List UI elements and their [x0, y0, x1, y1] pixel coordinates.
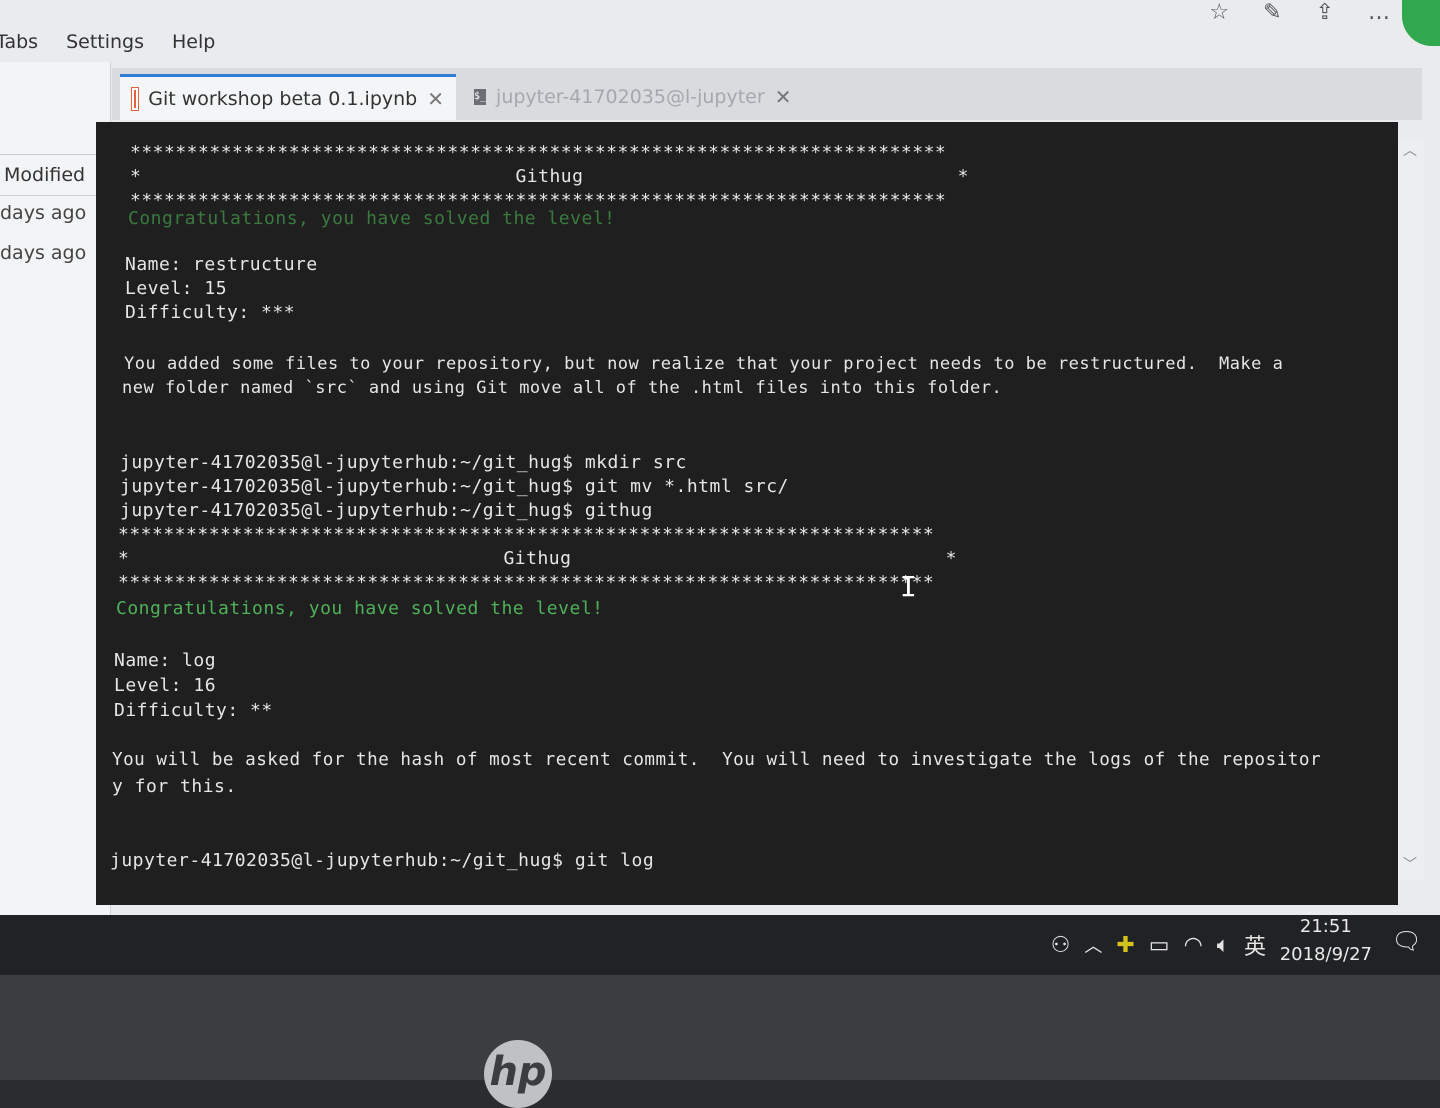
- tab-terminal[interactable]: $_ jupyter-41702035@l-jupyter ✕: [462, 74, 792, 120]
- notification-center-icon[interactable]: 🗨︎: [1392, 927, 1422, 955]
- notebook-icon: [132, 87, 139, 110]
- volume-icon[interactable]: 🔈︎: [1217, 933, 1230, 958]
- menu-settings[interactable]: Settings: [66, 31, 144, 53]
- prompt-command: jupyter-41702035@l-jupyterhub:~/git_hug$…: [120, 476, 789, 497]
- menu-tabs[interactable]: Tabs: [0, 31, 38, 53]
- more-icon[interactable]: …: [1368, 0, 1390, 25]
- level-difficulty: Difficulty: ***: [125, 302, 296, 323]
- favorites-list-icon[interactable]: ☆: [1209, 0, 1229, 25]
- file-row-modified[interactable]: days ago: [0, 202, 110, 224]
- level-description: new folder named `src` and using Git mov…: [122, 378, 1003, 398]
- monitor-bezel: [0, 975, 1440, 1080]
- browser-toolbar: ☆ ✎ ⇪ …: [1209, 0, 1390, 25]
- githug-header: * Githug *: [118, 548, 957, 569]
- input-method-indicator[interactable]: 英: [1244, 929, 1266, 961]
- file-row-modified[interactable]: days ago: [0, 242, 110, 264]
- chevron-down-icon[interactable]: ﹀: [1403, 854, 1417, 874]
- clock-time: 21:51: [1299, 916, 1352, 937]
- tab-notebook[interactable]: Git workshop beta 0.1.ipynb ✕: [120, 74, 456, 120]
- level-description: y for this.: [112, 776, 237, 797]
- stars-border: ****************************************…: [130, 142, 947, 163]
- text-cursor-icon: I: [900, 570, 917, 603]
- level-name: Name: log: [114, 650, 217, 671]
- level-number: Level: 15: [125, 278, 228, 299]
- prompt-command: jupyter-41702035@l-jupyterhub:~/git_hug$…: [120, 452, 687, 473]
- share-icon[interactable]: ⇪: [1316, 0, 1334, 25]
- congrats-message: Congratulations, you have solved the lev…: [128, 208, 616, 229]
- close-icon[interactable]: ✕: [427, 87, 444, 111]
- menu-bar: Tabs Settings Help: [0, 22, 1440, 62]
- close-icon[interactable]: ✕: [775, 85, 792, 109]
- terminal-scrollbar[interactable]: ︿ ﹀: [1398, 140, 1424, 880]
- jupyterlab-window: Tabs Settings Help ☆ ✎ ⇪ … Modified days…: [0, 0, 1440, 915]
- clock-date: 2018/9/27: [1279, 944, 1372, 965]
- chevron-up-icon[interactable]: ︿: [1403, 140, 1417, 160]
- level-description: You added some files to your repository,…: [124, 354, 1284, 374]
- system-clock[interactable]: 21:51 2018/9/27: [1280, 915, 1372, 969]
- hp-logo-icon: hp: [484, 1040, 552, 1108]
- menu-help[interactable]: Help: [172, 31, 215, 53]
- tab-label: Git workshop beta 0.1.ipynb: [148, 87, 418, 110]
- battery-icon[interactable]: ▭: [1149, 933, 1170, 958]
- level-description: You will be asked for the hash of most r…: [112, 750, 1322, 770]
- tab-label: jupyter-41702035@l-jupyter: [496, 86, 765, 108]
- terminal-output[interactable]: ****************************************…: [96, 122, 1398, 905]
- system-tray: ⚇ ︿ ✚ ▭ ◠ 🔈︎ 英: [1051, 915, 1280, 975]
- level-difficulty: Difficulty: **: [114, 700, 273, 721]
- githug-header: * Githug *: [130, 166, 969, 187]
- level-number: Level: 16: [114, 675, 217, 696]
- wifi-icon[interactable]: ◠: [1184, 933, 1203, 958]
- congrats-message: Congratulations, you have solved the lev…: [116, 598, 604, 619]
- stars-border: ****************************************…: [118, 524, 935, 545]
- terminal-icon: $_: [474, 89, 487, 105]
- people-icon[interactable]: ⚇: [1051, 933, 1071, 958]
- prompt-command: jupyter-41702035@l-jupyterhub:~/git_hug$…: [110, 850, 655, 871]
- stars-border: ****************************************…: [118, 572, 935, 593]
- level-name: Name: restructure: [125, 254, 318, 275]
- prompt-command: jupyter-41702035@l-jupyterhub:~/git_hug$…: [120, 500, 653, 521]
- file-browser-panel: Modified days ago days ago: [0, 62, 114, 915]
- pen-icon[interactable]: ✎: [1263, 0, 1281, 25]
- document-tab-bar: Git workshop beta 0.1.ipynb ✕ $_ jupyter…: [112, 68, 1422, 120]
- windows-taskbar: ⚇ ︿ ✚ ▭ ◠ 🔈︎ 英 21:51 2018/9/27 🗨︎: [0, 915, 1440, 975]
- security-shield-icon[interactable]: ✚: [1116, 933, 1134, 958]
- show-hidden-icons-chevron-icon[interactable]: ︿: [1084, 932, 1102, 958]
